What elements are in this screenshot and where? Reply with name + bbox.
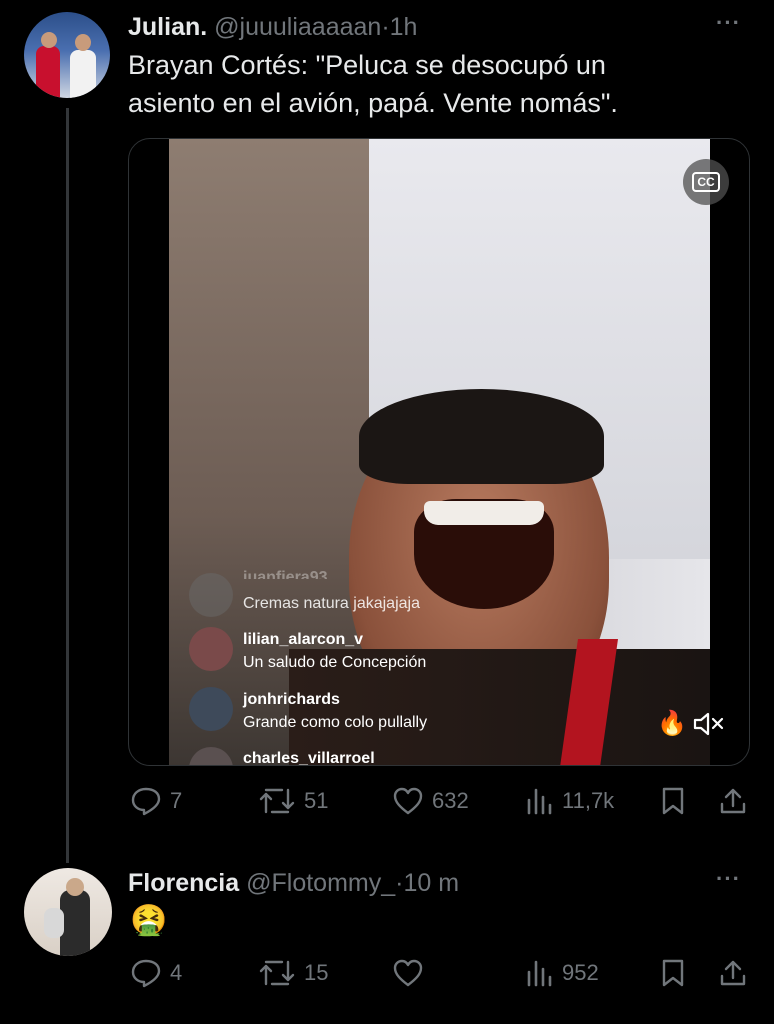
share-icon bbox=[720, 788, 746, 814]
repost-icon bbox=[259, 960, 295, 986]
commenter-avatar bbox=[189, 573, 233, 617]
bookmark-button[interactable] bbox=[660, 786, 686, 816]
views-count: 952 bbox=[562, 960, 599, 985]
reply-button[interactable]: 7 bbox=[130, 786, 182, 816]
avatar-figure-head bbox=[66, 878, 84, 896]
avatar-figure bbox=[60, 890, 90, 956]
tweet-text-line: Brayan Cortés: "Peluca se desocupó un bbox=[128, 50, 606, 80]
comment-text: Un saludo de Concepción bbox=[243, 654, 427, 671]
bookmark-button[interactable] bbox=[660, 958, 686, 988]
bookmark-icon bbox=[662, 787, 684, 815]
handle[interactable]: @juuuliaaaaan bbox=[214, 13, 381, 41]
comment-username: charles_villarroel bbox=[243, 750, 375, 766]
repost-icon bbox=[259, 788, 295, 814]
views-button[interactable]: 952 bbox=[524, 958, 599, 988]
commenter-avatar bbox=[189, 747, 233, 765]
more-options-button[interactable]: ··· bbox=[716, 866, 741, 892]
video-frame[interactable]: juanfiera93 Cremas natura jakajajaja lil… bbox=[169, 139, 710, 766]
person-hair bbox=[359, 389, 604, 484]
comment-text: Cremas natura jakajajaja bbox=[243, 595, 420, 612]
comment-username-faded: juanfiera93 bbox=[243, 569, 328, 579]
repost-button[interactable]: 51 bbox=[258, 786, 328, 816]
like-button[interactable]: 632 bbox=[392, 786, 469, 816]
avatar-florencia[interactable] bbox=[24, 868, 112, 956]
share-button[interactable] bbox=[718, 958, 748, 988]
handle[interactable]: @Flotommy_ bbox=[246, 869, 395, 897]
video-player[interactable]: juanfiera93 Cremas natura jakajajaja lil… bbox=[128, 138, 750, 766]
speaker-muted-icon bbox=[693, 712, 724, 736]
avatar-figure-left-head bbox=[41, 32, 57, 48]
tweet1-header: Julian. @juuuliaaaaan·1h bbox=[128, 12, 417, 42]
mute-button[interactable] bbox=[692, 709, 726, 739]
thread-connector-line bbox=[66, 108, 69, 863]
comment-username: jonhrichards bbox=[243, 691, 340, 708]
reply-count: 4 bbox=[170, 960, 183, 985]
avatar-figure-left bbox=[36, 46, 60, 98]
views-icon bbox=[527, 788, 552, 815]
avatar-figure-right-head bbox=[75, 34, 91, 51]
captions-icon: CC bbox=[692, 172, 720, 192]
tweet2-emoji: 🤮 bbox=[130, 904, 168, 937]
like-count: 632 bbox=[432, 788, 469, 813]
comment-username: lilian_alarcon_v bbox=[243, 631, 364, 648]
bookmark-icon bbox=[662, 959, 684, 987]
commenter-avatar bbox=[189, 687, 233, 731]
person-teeth bbox=[424, 501, 544, 525]
timestamp[interactable]: 1h bbox=[390, 13, 418, 41]
tweet1-text: Brayan Cortés: "Peluca se desocupó un as… bbox=[128, 46, 748, 122]
share-icon bbox=[720, 960, 746, 986]
repost-button[interactable]: 15 bbox=[258, 958, 328, 988]
views-count: 11,7k bbox=[562, 788, 615, 813]
reply-button[interactable]: 4 bbox=[130, 958, 182, 988]
reply-icon bbox=[131, 959, 161, 988]
display-name[interactable]: Julian. bbox=[128, 13, 207, 41]
heart-icon bbox=[393, 787, 423, 815]
avatar-figure-right bbox=[70, 50, 96, 98]
avatar-julian[interactable] bbox=[24, 12, 110, 98]
like-button[interactable] bbox=[392, 958, 424, 988]
flame-icon: 🔥 bbox=[657, 710, 687, 737]
repost-count: 15 bbox=[304, 960, 329, 985]
repost-count: 51 bbox=[304, 788, 329, 813]
more-options-button[interactable]: ··· bbox=[716, 10, 741, 36]
display-name[interactable]: Florencia bbox=[128, 869, 239, 897]
share-button[interactable] bbox=[718, 786, 748, 816]
commenter-avatar bbox=[189, 627, 233, 671]
captions-button[interactable]: CC bbox=[683, 159, 729, 205]
tweet2-header: Florencia @Flotommy_·10 m bbox=[128, 868, 459, 898]
heart-icon bbox=[393, 959, 423, 987]
comment-text: Grande como colo pullally bbox=[243, 714, 428, 731]
dot-separator: · bbox=[381, 13, 390, 41]
reply-count: 7 bbox=[170, 788, 183, 813]
views-icon bbox=[527, 960, 552, 987]
tweet-text-line: asiento en el avión, papá. Vente nomás". bbox=[128, 88, 618, 118]
timestamp[interactable]: 10 m bbox=[403, 869, 459, 897]
live-comments-overlay: juanfiera93 Cremas natura jakajajaja lil… bbox=[189, 569, 479, 766]
views-button[interactable]: 11,7k bbox=[524, 786, 614, 816]
reply-icon bbox=[131, 787, 161, 816]
avatar-baby bbox=[44, 908, 64, 938]
